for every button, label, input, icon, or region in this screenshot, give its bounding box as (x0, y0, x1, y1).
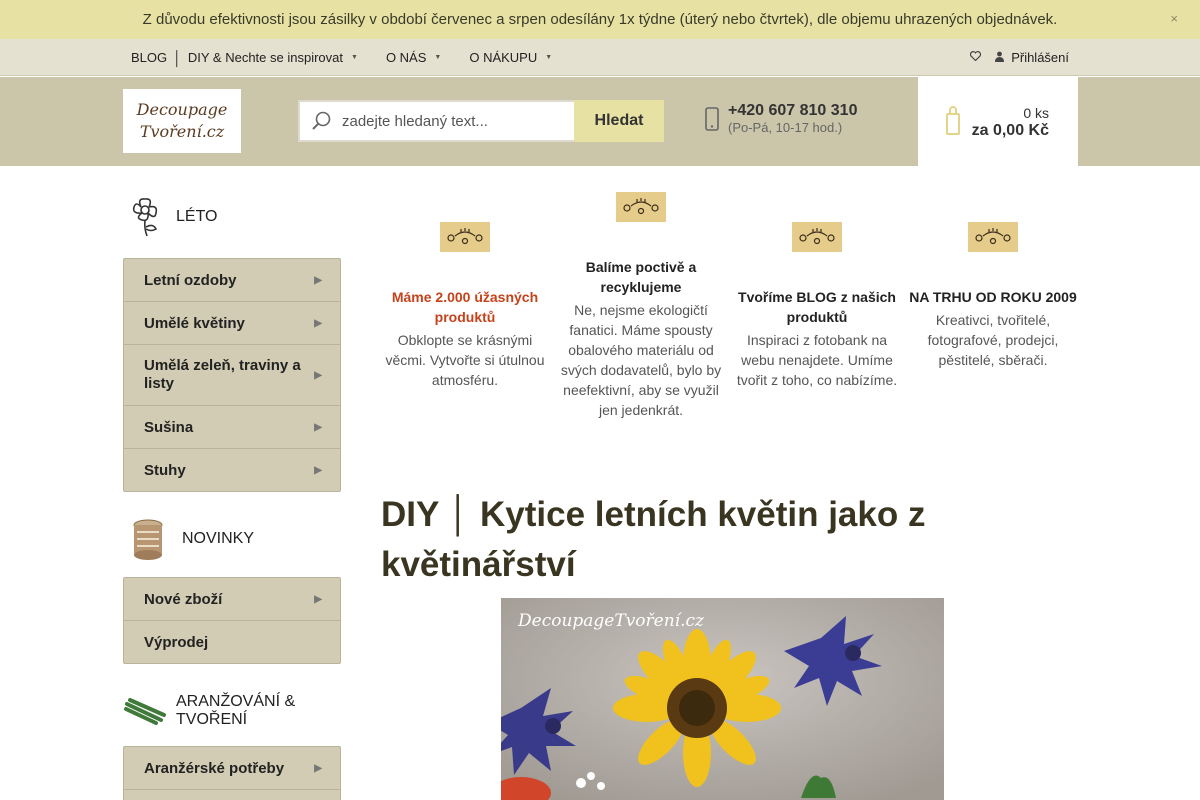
article-image: DecoupageTvoření.cz (501, 598, 944, 800)
nav-about-menu[interactable]: O NÁS ▼ (386, 50, 441, 65)
category-item-label: Stuhy (144, 461, 186, 479)
nav-diy-menu[interactable]: DIY & Nechte se inspirovat ▼ (188, 50, 358, 65)
category-item-label: Nové zboží (144, 590, 223, 608)
floral-ornament-icon (440, 222, 490, 252)
site-logo[interactable]: Decoupage Tvoření.cz (123, 89, 241, 153)
shipping-notice-text: Z důvodu efektivnosti jsou zásilky v obd… (142, 11, 1058, 28)
search-button[interactable]: Hledat (574, 100, 664, 142)
benefit-title: Máme 2.000 úžasných produktů (391, 289, 539, 325)
category-sidebar: LÉTO Letní ozdoby ▶ Umělé květiny ▶ Uměl… (123, 166, 341, 800)
heart-icon[interactable] (970, 51, 982, 64)
site-header: Decoupage Tvoření.cz Hledat +420 607 810… (0, 77, 1200, 166)
image-watermark: DecoupageTvoření.cz (518, 611, 704, 631)
search-form: Hledat (298, 100, 664, 142)
category-heading-arranging[interactable]: ARANŽOVÁNÍ & TVOŘENÍ (123, 688, 341, 734)
benefit-products: Máme 2.000 úžasných produktů Obklopte se… (381, 222, 549, 390)
chevron-right-icon: ▶ (314, 369, 322, 381)
category-heading-summer[interactable]: LÉTO (123, 188, 341, 246)
login-link[interactable]: Přihlášení (995, 50, 1069, 65)
chevron-right-icon: ▶ (314, 317, 322, 329)
category-item-summer-decor[interactable]: Letní ozdoby ▶ (124, 259, 340, 302)
benefit-description: Obklopte se krásnými věcmi. Vytvořte si … (385, 332, 545, 388)
category-item-artificial-greenery[interactable]: Umělá zeleň, traviny a listy ▶ (124, 345, 340, 406)
category-item-more[interactable] (124, 790, 340, 800)
benefit-title: Balíme poctivě a recyklujeme (585, 259, 697, 295)
flower-outline-icon (123, 193, 167, 241)
category-item-dried-plants[interactable]: Sušina ▶ (124, 406, 340, 449)
chevron-right-icon: ▶ (314, 464, 322, 476)
cart-total: za 0,00 Kč (971, 122, 1049, 139)
wooden-box-icon (123, 515, 173, 563)
category-item-sale[interactable]: Výprodej (124, 621, 340, 663)
article-title: DIY │ Kytice letních květin jako z květi… (381, 495, 926, 584)
floral-ornament-icon (968, 222, 1018, 252)
phone-hours: (Po-Pá, 10-17 hod.) (728, 120, 843, 135)
nav-shopping-label: O NÁKUPU (469, 50, 538, 65)
chevron-right-icon: ▶ (314, 762, 322, 774)
benefit-history: NA TRHU OD ROKU 2009 Kreativci, tvořitel… (909, 222, 1077, 370)
user-icon (995, 51, 1005, 65)
search-field-wrapper (298, 100, 574, 142)
benefit-title: NA TRHU OD ROKU 2009 (909, 289, 1077, 305)
category-menu-arranging: Aranžérské potřeby ▶ (123, 746, 341, 800)
floral-ornament-icon (792, 222, 842, 252)
nav-separator: │ (173, 49, 182, 66)
category-item-artificial-flowers[interactable]: Umělé květiny ▶ (124, 302, 340, 345)
logo-line-2: Tvoření.cz (139, 122, 225, 141)
category-heading-label: ARANŽOVÁNÍ & TVOŘENÍ (176, 693, 296, 728)
benefit-description: Inspiraci z fotobank na webu nenajdete. … (736, 332, 898, 388)
login-label: Přihlášení (1011, 50, 1069, 65)
search-icon (310, 110, 332, 132)
category-item-ribbons[interactable]: Stuhy ▶ (124, 449, 340, 491)
category-item-label: Sušina (144, 418, 194, 436)
category-heading-label: NOVINKY (182, 530, 255, 547)
shopping-cart[interactable]: 0 ks za 0,00 Kč (918, 77, 1078, 166)
green-sticks-icon (123, 689, 167, 733)
mobile-phone-icon (705, 106, 719, 131)
category-item-label: Výprodej (144, 633, 209, 651)
chevron-down-icon: ▼ (351, 54, 358, 61)
category-item-label: Umělé květiny (144, 314, 245, 332)
shipping-notice-bar: Z důvodu efektivnosti jsou zásilky v obd… (0, 0, 1200, 39)
benefit-description: Kreativci, tvořitelé, fotografové, prode… (927, 312, 1059, 368)
category-heading-news[interactable]: NOVINKY (123, 514, 341, 564)
benefit-description: Ne, nejsme ekologičtí fanatici. Máme spo… (560, 302, 722, 418)
category-item-label: Umělá zeleň, traviny a listy (144, 357, 301, 392)
benefit-title: Tvoříme BLOG z našich produktů (738, 289, 896, 325)
category-menu-summer: Letní ozdoby ▶ Umělé květiny ▶ Umělá zel… (123, 258, 341, 492)
category-item-new-products[interactable]: Nové zboží ▶ (124, 578, 340, 621)
nav-about-label: O NÁS (385, 50, 427, 65)
category-menu-news: Nové zboží ▶ Výprodej (123, 577, 341, 664)
chevron-right-icon: ▶ (314, 274, 322, 286)
category-item-label: Aranžérské potřeby (144, 759, 285, 777)
nav-blog-link[interactable]: BLOG (131, 50, 167, 65)
shopping-bag-icon (946, 105, 960, 135)
category-heading-label: LÉTO (176, 208, 218, 225)
logo-line-1: Decoupage (136, 100, 228, 119)
chevron-right-icon: ▶ (314, 593, 322, 605)
phone-number[interactable]: +420 607 810 310 (728, 102, 857, 120)
benefit-blog: Tvoříme BLOG z našich produktů Inspiraci… (733, 222, 901, 390)
benefit-packaging: Balíme poctivě a recyklujeme Ne, nejsme … (557, 192, 725, 420)
floral-ornament-icon (616, 192, 666, 222)
search-input[interactable] (342, 112, 562, 130)
category-item-arranging-supplies[interactable]: Aranžérské potřeby ▶ (124, 747, 340, 790)
chevron-down-icon: ▼ (545, 54, 553, 61)
close-icon[interactable]: × (1170, 11, 1178, 26)
nav-diy-label: DIY & Nechte se inspirovat (187, 50, 343, 65)
nav-shopping-menu[interactable]: O NÁKUPU ▼ (469, 50, 552, 65)
cart-item-count: 0 ks (1023, 105, 1049, 121)
top-navigation: BLOG │ DIY & Nechte se inspirovat ▼ O NÁ… (0, 39, 1200, 76)
category-item-label: Letní ozdoby (144, 271, 237, 289)
chevron-right-icon: ▶ (314, 421, 322, 433)
contact-phone: +420 607 810 310 (Po-Pá, 10-17 hod.) (705, 102, 857, 135)
chevron-down-icon: ▼ (434, 54, 442, 61)
